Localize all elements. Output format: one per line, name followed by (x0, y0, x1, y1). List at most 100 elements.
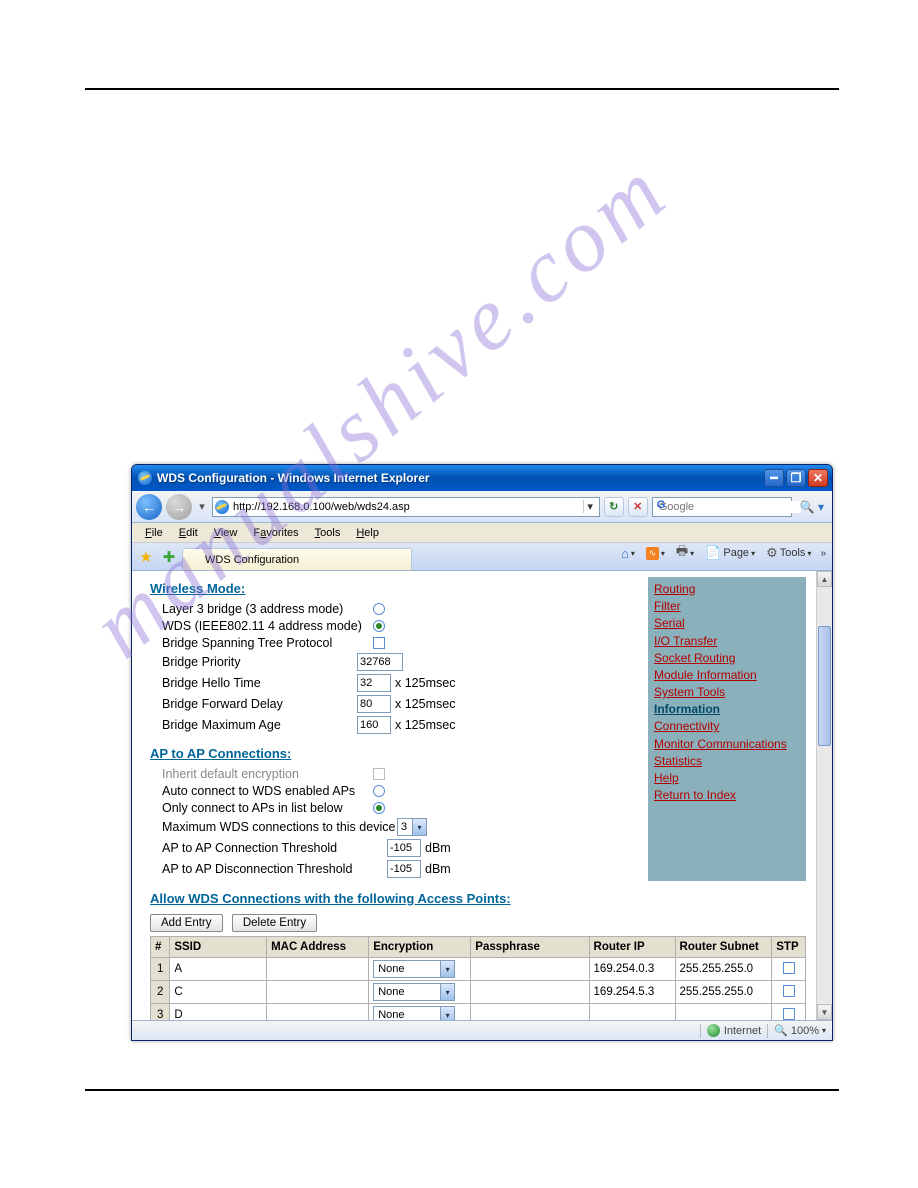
sidebar-link[interactable]: Monitor Communications (654, 736, 800, 752)
input-hello[interactable] (357, 674, 391, 692)
forward-button[interactable]: → (166, 494, 192, 520)
radio-only[interactable] (373, 802, 385, 814)
titlebar[interactable]: WDS Configuration - Windows Internet Exp… (132, 465, 832, 491)
menu-tools[interactable]: Tools (308, 525, 348, 541)
input-fwd[interactable] (357, 695, 391, 713)
radio-layer3[interactable] (373, 603, 385, 615)
table-row[interactable]: 3 D None▾ (151, 1004, 806, 1021)
encryption-select[interactable]: None▾ (373, 960, 455, 978)
page-body[interactable]: Wireless Mode: Layer 3 bridge (3 address… (132, 571, 816, 1020)
minimize-button[interactable]: ━ (764, 469, 784, 487)
unit-hello: x 125msec (395, 676, 455, 690)
sidebar-link[interactable]: Socket Routing (654, 650, 800, 666)
unit-fwd: x 125msec (395, 697, 455, 711)
search-go-button[interactable]: 🔍 ▾ (796, 500, 828, 514)
cell-mac[interactable] (267, 981, 369, 1004)
stop-button[interactable]: ✕ (628, 497, 648, 517)
sidebar-link[interactable]: Module Information (654, 667, 800, 683)
cell-ssid[interactable]: D (170, 1004, 267, 1021)
menu-edit[interactable]: Edit (172, 525, 205, 541)
page-menu-button[interactable]: 📄Page▾ (701, 543, 759, 563)
label-only: Only connect to APs in list below (162, 801, 372, 815)
cell-rsub[interactable]: 255.255.255.0 (675, 958, 772, 981)
cell-ssid[interactable]: C (170, 981, 267, 1004)
address-input[interactable] (233, 501, 579, 513)
add-entry-button[interactable]: Add Entry (150, 914, 223, 932)
favorites-star-icon[interactable]: ★ (137, 548, 155, 566)
window-title: WDS Configuration - Windows Internet Exp… (157, 471, 764, 485)
input-connth[interactable] (387, 839, 421, 857)
vertical-scrollbar[interactable]: ▲ ▼ (816, 571, 832, 1020)
cell-pass[interactable] (471, 958, 589, 981)
zoom-dropdown-icon[interactable]: ▾ (822, 1026, 826, 1035)
close-button[interactable]: ✕ (808, 469, 828, 487)
feeds-button[interactable]: ∿▾ (642, 545, 669, 562)
cell-rsub[interactable]: 255.255.255.0 (675, 981, 772, 1004)
refresh-button[interactable]: ↻ (604, 497, 624, 517)
input-maxage[interactable] (357, 716, 391, 734)
menu-view[interactable]: View (207, 525, 245, 541)
col-ssid: SSID (170, 937, 267, 958)
menu-favorites[interactable]: Favorites (246, 525, 305, 541)
scroll-up-button[interactable]: ▲ (817, 571, 832, 587)
zoom-level[interactable]: 100% (791, 1025, 819, 1037)
input-discth[interactable] (387, 860, 421, 878)
cell-stp[interactable] (772, 1004, 806, 1021)
back-button[interactable]: ← (136, 494, 162, 520)
sidebar-link[interactable]: Return to Index (654, 787, 800, 803)
maximize-button[interactable]: ❐ (786, 469, 806, 487)
cell-stp[interactable] (772, 981, 806, 1004)
overflow-chevron-icon[interactable]: » (818, 548, 828, 559)
cell-pass[interactable] (471, 981, 589, 1004)
stp-checkbox[interactable] (783, 985, 795, 997)
tools-menu-button[interactable]: ⚙Tools▾ (762, 543, 815, 563)
add-favorite-icon[interactable]: ✚ (160, 548, 178, 566)
browser-tab[interactable]: WDS Configuration (182, 548, 412, 570)
address-bar[interactable]: ▾ (212, 497, 600, 517)
input-priority[interactable] (357, 653, 403, 671)
menu-help[interactable]: Help (349, 525, 386, 541)
cell-rip[interactable]: 169.254.0.3 (589, 958, 675, 981)
zoom-icon[interactable]: 🔍 (774, 1024, 788, 1037)
search-input[interactable] (659, 501, 801, 513)
sidebar-link[interactable]: Filter (654, 598, 800, 614)
scroll-down-button[interactable]: ▼ (817, 1004, 832, 1020)
cell-rsub[interactable] (675, 1004, 772, 1021)
stp-checkbox[interactable] (783, 962, 795, 974)
ie-window: WDS Configuration - Windows Internet Exp… (131, 464, 833, 1041)
cell-enc[interactable]: None▾ (369, 981, 471, 1004)
encryption-select[interactable]: None▾ (373, 983, 455, 1001)
sidebar-link[interactable]: Serial (654, 615, 800, 631)
scroll-thumb[interactable] (818, 626, 831, 746)
cell-enc[interactable]: None▾ (369, 1004, 471, 1021)
sidebar-link[interactable]: Help (654, 770, 800, 786)
print-button[interactable]: 🖶▾ (672, 540, 698, 566)
radio-auto[interactable] (373, 785, 385, 797)
sidebar-link[interactable]: Statistics (654, 753, 800, 769)
delete-entry-button[interactable]: Delete Entry (232, 914, 317, 932)
cell-mac[interactable] (267, 958, 369, 981)
cell-stp[interactable] (772, 958, 806, 981)
encryption-select[interactable]: None▾ (373, 1006, 455, 1020)
cell-enc[interactable]: None▾ (369, 958, 471, 981)
nav-history-dropdown[interactable]: ▾ (196, 500, 208, 513)
cell-ssid[interactable]: A (170, 958, 267, 981)
sidebar-link[interactable]: System Tools (654, 684, 800, 700)
cell-rip[interactable] (589, 1004, 675, 1021)
cell-pass[interactable] (471, 1004, 589, 1021)
stp-checkbox[interactable] (783, 1008, 795, 1020)
menu-file[interactable]: File (138, 525, 170, 541)
checkbox-stp[interactable] (373, 637, 385, 649)
search-box[interactable] (652, 497, 792, 517)
sidebar-link[interactable]: Routing (654, 581, 800, 597)
select-maxconn[interactable]: 3▾ (397, 818, 427, 836)
address-dropdown[interactable]: ▾ (583, 500, 597, 513)
sidebar-link[interactable]: Connectivity (654, 718, 800, 734)
radio-wds[interactable] (373, 620, 385, 632)
table-row[interactable]: 2 C None▾ 169.254.5.3 255.255.255.0 (151, 981, 806, 1004)
sidebar-link[interactable]: I/O Transfer (654, 633, 800, 649)
cell-mac[interactable] (267, 1004, 369, 1021)
cell-rip[interactable]: 169.254.5.3 (589, 981, 675, 1004)
home-button[interactable]: ⌂▾ (617, 544, 639, 563)
table-row[interactable]: 1 A None▾ 169.254.0.3 255.255.255.0 (151, 958, 806, 981)
